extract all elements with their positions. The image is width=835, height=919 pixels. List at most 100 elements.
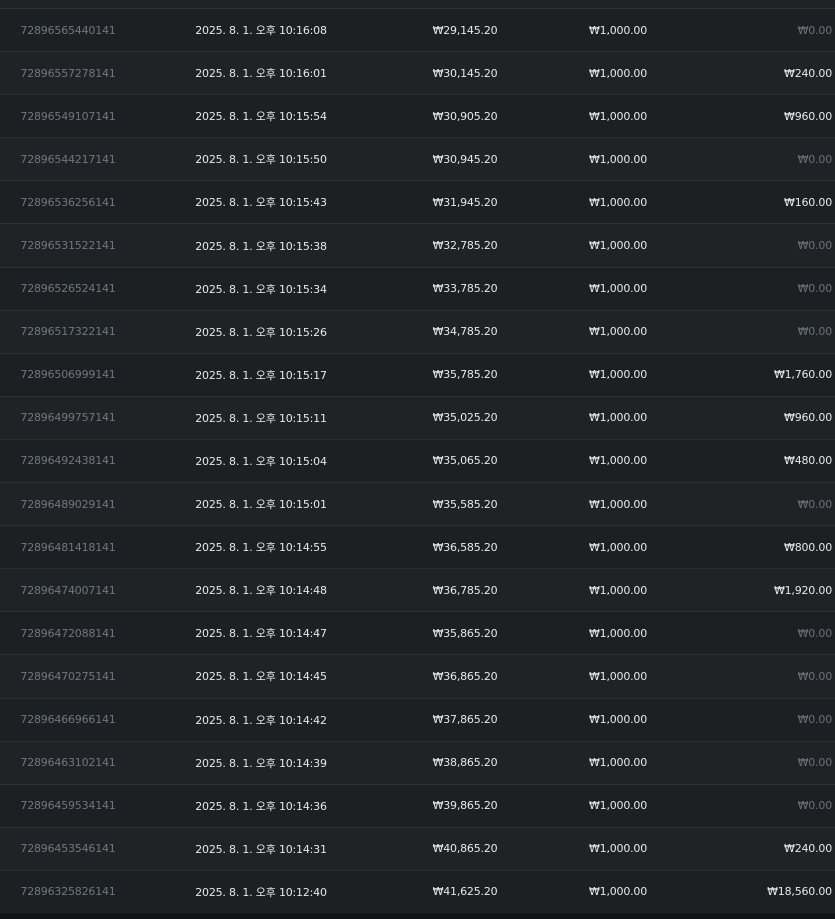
table-row[interactable]: 72896325826141 2025. 8. 1. 오후 10:12:40 ₩41… — [0, 870, 835, 914]
win-amount-cell: ₩160.00 — [784, 195, 832, 209]
timestamp-cell: 2025. 8. 1. 오후 10:15:54 — [195, 110, 327, 124]
timestamp-cell: 2025. 8. 1. 오후 10:14:55 — [195, 541, 327, 555]
balance-cell: ₩40,865.20 — [432, 842, 498, 856]
timestamp-cell: 2025. 8. 1. 오후 10:14:31 — [195, 842, 327, 856]
bet-amount-cell: ₩1,000.00 — [588, 411, 648, 425]
table-row[interactable]: 72896459534141 2025. 8. 1. 오후 10:14:36 ₩39… — [0, 784, 835, 828]
balance-cell: ₩37,865.20 — [432, 713, 498, 727]
table-row[interactable]: 72896549107141 2025. 8. 1. 오후 10:15:54 ₩30… — [0, 95, 835, 139]
balance-cell: ₩35,585.20 — [432, 497, 498, 511]
timestamp-cell: 2025. 8. 1. 오후 10:14:47 — [195, 627, 327, 641]
bet-amount-cell: ₩1,000.00 — [588, 23, 648, 37]
timestamp-cell: 2025. 8. 1. 오후 10:12:40 — [195, 885, 327, 899]
timestamp-cell: 2025. 8. 1. 오후 10:15:38 — [195, 239, 327, 253]
bet-amount-cell: ₩1,000.00 — [588, 152, 648, 166]
win-amount-cell: ₩240.00 — [784, 842, 832, 856]
win-amount-cell: ₩960.00 — [784, 411, 832, 425]
balance-cell: ₩33,785.20 — [432, 282, 498, 296]
bet-amount-cell: ₩1,000.00 — [588, 368, 648, 382]
round-id-cell: 72896472088141 — [20, 626, 116, 640]
round-history-table: 72896565440141 2025. 8. 1. 오후 10:16:08 ₩29… — [0, 0, 835, 919]
table-row[interactable]: 72896489029141 2025. 8. 1. 오후 10:15:01 ₩35… — [0, 483, 835, 527]
win-amount-cell: ₩800.00 — [784, 540, 832, 554]
timestamp-cell: 2025. 8. 1. 오후 10:15:11 — [195, 411, 327, 425]
round-id-cell: 72896470275141 — [20, 669, 116, 683]
table-row[interactable]: 72896536256141 2025. 8. 1. 오후 10:15:43 ₩31… — [0, 181, 835, 225]
balance-cell: ₩29,145.20 — [432, 23, 498, 37]
round-id-cell: 72896517322141 — [20, 325, 116, 339]
timestamp-cell: 2025. 8. 1. 오후 10:14:42 — [195, 713, 327, 727]
round-id-cell: 72896459534141 — [20, 799, 116, 813]
bet-amount-cell: ₩1,000.00 — [588, 497, 648, 511]
round-id-cell: 72896474007141 — [20, 583, 116, 597]
round-id-cell: 72896489029141 — [20, 497, 116, 511]
bet-amount-cell: ₩1,000.00 — [588, 799, 648, 813]
balance-cell: ₩36,585.20 — [432, 540, 498, 554]
win-amount-cell: ₩480.00 — [784, 454, 832, 468]
timestamp-cell: 2025. 8. 1. 오후 10:15:26 — [195, 325, 327, 339]
table-row[interactable]: 72896472088141 2025. 8. 1. 오후 10:14:47 ₩35… — [0, 612, 835, 656]
table-row[interactable]: 72896517322141 2025. 8. 1. 오후 10:15:26 ₩34… — [0, 310, 835, 354]
table-row[interactable]: 72896544217141 2025. 8. 1. 오후 10:15:50 ₩30… — [0, 138, 835, 182]
table-row[interactable]: 72896466966141 2025. 8. 1. 오후 10:14:42 ₩37… — [0, 698, 835, 742]
bet-amount-cell: ₩1,000.00 — [588, 842, 648, 856]
table-row[interactable]: 72896470275141 2025. 8. 1. 오후 10:14:45 ₩36… — [0, 655, 835, 699]
win-amount-cell: ₩240.00 — [784, 66, 832, 80]
table-bottom-edge — [0, 913, 835, 919]
table-row[interactable]: 72896557278141 2025. 8. 1. 오후 10:16:01 ₩30… — [0, 52, 835, 96]
win-amount-cell: ₩0.00 — [797, 239, 833, 253]
balance-cell: ₩36,785.20 — [432, 583, 498, 597]
round-id-cell: 72896531522141 — [20, 239, 116, 253]
table-row[interactable]: 72896453546141 2025. 8. 1. 오후 10:14:31 ₩40… — [0, 827, 835, 871]
balance-cell: ₩30,145.20 — [432, 66, 498, 80]
table-row[interactable]: 72896526524141 2025. 8. 1. 오후 10:15:34 ₩33… — [0, 267, 835, 311]
table-row[interactable]: 72896565440141 2025. 8. 1. 오후 10:16:08 ₩29… — [0, 9, 835, 53]
balance-cell: ₩34,785.20 — [432, 325, 498, 339]
round-id-cell: 72896549107141 — [20, 109, 116, 123]
timestamp-cell: 2025. 8. 1. 오후 10:15:43 — [195, 196, 327, 210]
win-amount-cell: ₩0.00 — [797, 497, 833, 511]
bet-amount-cell: ₩1,000.00 — [588, 239, 648, 253]
timestamp-cell: 2025. 8. 1. 오후 10:14:36 — [195, 799, 327, 813]
win-amount-cell: ₩18,560.00 — [767, 885, 832, 899]
table-row[interactable]: 72896481418141 2025. 8. 1. 오후 10:14:55 ₩36… — [0, 526, 835, 570]
balance-cell: ₩32,785.20 — [432, 239, 498, 253]
table-row[interactable]: 72896492438141 2025. 8. 1. 오후 10:15:04 ₩35… — [0, 439, 835, 484]
bet-amount-cell: ₩1,000.00 — [588, 756, 648, 770]
balance-cell: ₩36,865.20 — [432, 669, 498, 683]
win-amount-cell: ₩1,760.00 — [773, 368, 832, 382]
table-row[interactable]: 72896474007141 2025. 8. 1. 오후 10:14:48 ₩36… — [0, 569, 835, 613]
balance-cell: ₩41,625.20 — [432, 885, 498, 899]
bet-amount-cell: ₩1,000.00 — [588, 669, 648, 683]
round-id-cell: 72896325826141 — [20, 885, 116, 899]
balance-cell: ₩30,945.20 — [432, 152, 498, 166]
balance-cell: ₩30,905.20 — [432, 109, 498, 123]
timestamp-cell: 2025. 8. 1. 오후 10:15:04 — [195, 454, 327, 468]
round-id-cell: 72896453546141 — [20, 842, 116, 856]
bet-amount-cell: ₩1,000.00 — [588, 626, 648, 640]
table-row[interactable]: 72896499757141 2025. 8. 1. 오후 10:15:11 ₩35… — [0, 396, 835, 440]
win-amount-cell: ₩0.00 — [797, 756, 833, 770]
table-row[interactable]: 72896506999141 2025. 8. 1. 오후 10:15:17 ₩35… — [0, 353, 835, 397]
win-amount-cell: ₩0.00 — [797, 152, 833, 166]
table-row[interactable]: 72896531522141 2025. 8. 1. 오후 10:15:38 ₩32… — [0, 224, 835, 268]
round-id-cell: 72896526524141 — [20, 282, 116, 296]
timestamp-cell: 2025. 8. 1. 오후 10:14:45 — [195, 670, 327, 684]
round-id-cell: 72896492438141 — [20, 454, 116, 468]
round-id-cell: 72896536256141 — [20, 195, 116, 209]
bet-amount-cell: ₩1,000.00 — [588, 195, 648, 209]
table-row[interactable]: 72896463102141 2025. 8. 1. 오후 10:14:39 ₩38… — [0, 741, 835, 785]
balance-cell: ₩38,865.20 — [432, 756, 498, 770]
round-id-cell: 72896463102141 — [20, 756, 116, 770]
round-id-cell: 72896481418141 — [20, 540, 116, 554]
timestamp-cell: 2025. 8. 1. 오후 10:15:17 — [195, 368, 327, 382]
bet-amount-cell: ₩1,000.00 — [588, 66, 648, 80]
round-id-cell: 72896557278141 — [20, 66, 116, 80]
timestamp-cell: 2025. 8. 1. 오후 10:16:01 — [195, 67, 327, 81]
win-amount-cell: ₩1,920.00 — [773, 583, 832, 597]
bet-amount-cell: ₩1,000.00 — [588, 109, 648, 123]
bet-amount-cell: ₩1,000.00 — [588, 885, 648, 899]
round-id-cell: 72896544217141 — [20, 152, 116, 166]
win-amount-cell: ₩0.00 — [797, 669, 833, 683]
bet-amount-cell: ₩1,000.00 — [588, 454, 648, 468]
